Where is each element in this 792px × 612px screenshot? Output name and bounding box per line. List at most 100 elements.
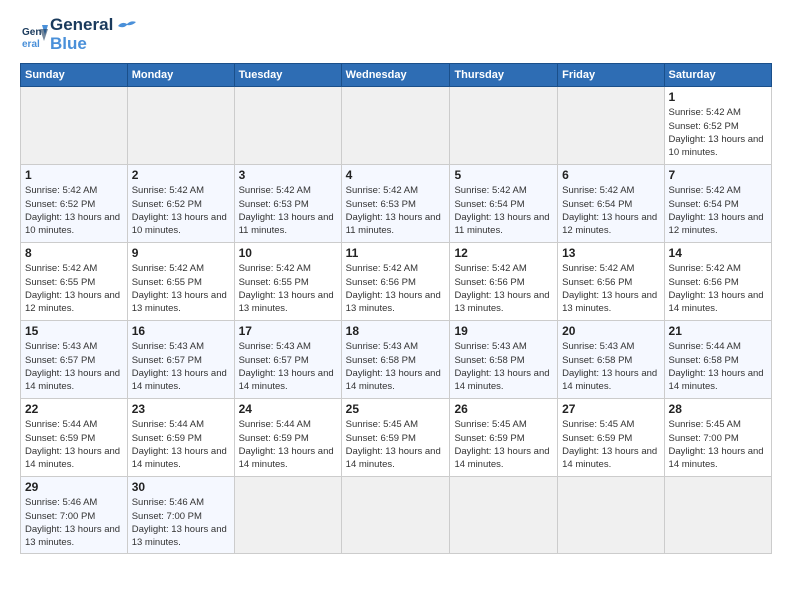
day-detail: Sunrise: 5:45 AMSunset: 6:59 PMDaylight:… xyxy=(346,419,441,470)
day-number: 8 xyxy=(25,246,123,260)
day-detail: Sunrise: 5:42 AMSunset: 6:55 PMDaylight:… xyxy=(239,263,334,314)
calendar-cell xyxy=(341,87,450,165)
dow-header-wednesday: Wednesday xyxy=(341,64,450,87)
calendar-cell: 13 Sunrise: 5:42 AMSunset: 6:56 PMDaylig… xyxy=(558,243,664,321)
calendar-cell: 12 Sunrise: 5:42 AMSunset: 6:56 PMDaylig… xyxy=(450,243,558,321)
calendar-week-3: 8 Sunrise: 5:42 AMSunset: 6:55 PMDayligh… xyxy=(21,243,772,321)
day-detail: Sunrise: 5:42 AMSunset: 6:54 PMDaylight:… xyxy=(669,185,764,236)
dow-header-thursday: Thursday xyxy=(450,64,558,87)
calendar-cell: 28 Sunrise: 5:45 AMSunset: 7:00 PMDaylig… xyxy=(664,399,771,477)
day-number: 2 xyxy=(132,168,230,182)
calendar-cell xyxy=(127,87,234,165)
day-detail: Sunrise: 5:43 AMSunset: 6:58 PMDaylight:… xyxy=(562,341,657,392)
calendar-cell: 1 Sunrise: 5:42 AMSunset: 6:52 PMDayligh… xyxy=(664,87,771,165)
day-detail: Sunrise: 5:42 AMSunset: 6:55 PMDaylight:… xyxy=(25,263,120,314)
logo-blue: Blue xyxy=(50,35,136,54)
day-detail: Sunrise: 5:45 AMSunset: 6:59 PMDaylight:… xyxy=(454,419,549,470)
day-detail: Sunrise: 5:44 AMSunset: 6:58 PMDaylight:… xyxy=(669,341,764,392)
dow-header-monday: Monday xyxy=(127,64,234,87)
calendar-cell: 5 Sunrise: 5:42 AMSunset: 6:54 PMDayligh… xyxy=(450,165,558,243)
calendar-cell: 23 Sunrise: 5:44 AMSunset: 6:59 PMDaylig… xyxy=(127,399,234,477)
day-detail: Sunrise: 5:46 AMSunset: 7:00 PMDaylight:… xyxy=(132,497,227,548)
day-number: 22 xyxy=(25,402,123,416)
calendar-cell: 9 Sunrise: 5:42 AMSunset: 6:55 PMDayligh… xyxy=(127,243,234,321)
day-number: 3 xyxy=(239,168,337,182)
day-detail: Sunrise: 5:42 AMSunset: 6:54 PMDaylight:… xyxy=(562,185,657,236)
calendar-cell xyxy=(450,87,558,165)
day-number: 25 xyxy=(346,402,446,416)
calendar-cell: 25 Sunrise: 5:45 AMSunset: 6:59 PMDaylig… xyxy=(341,399,450,477)
day-detail: Sunrise: 5:42 AMSunset: 6:52 PMDaylight:… xyxy=(132,185,227,236)
day-number: 13 xyxy=(562,246,659,260)
day-detail: Sunrise: 5:43 AMSunset: 6:57 PMDaylight:… xyxy=(132,341,227,392)
calendar-cell: 16 Sunrise: 5:43 AMSunset: 6:57 PMDaylig… xyxy=(127,321,234,399)
logo-icon: Gen eral xyxy=(20,21,48,49)
day-detail: Sunrise: 5:42 AMSunset: 6:55 PMDaylight:… xyxy=(132,263,227,314)
calendar-cell: 30 Sunrise: 5:46 AMSunset: 7:00 PMDaylig… xyxy=(127,477,234,553)
day-detail: Sunrise: 5:44 AMSunset: 6:59 PMDaylight:… xyxy=(25,419,120,470)
day-number: 7 xyxy=(669,168,767,182)
day-number: 14 xyxy=(669,246,767,260)
logo: Gen eral General Blue xyxy=(20,16,136,53)
calendar-cell: 22 Sunrise: 5:44 AMSunset: 6:59 PMDaylig… xyxy=(21,399,128,477)
day-number: 5 xyxy=(454,168,553,182)
calendar-cell xyxy=(234,87,341,165)
day-detail: Sunrise: 5:44 AMSunset: 6:59 PMDaylight:… xyxy=(132,419,227,470)
calendar-cell xyxy=(558,87,664,165)
calendar-week-2: 1 Sunrise: 5:42 AMSunset: 6:52 PMDayligh… xyxy=(21,165,772,243)
dow-header-friday: Friday xyxy=(558,64,664,87)
calendar-cell: 19 Sunrise: 5:43 AMSunset: 6:58 PMDaylig… xyxy=(450,321,558,399)
calendar-cell: 27 Sunrise: 5:45 AMSunset: 6:59 PMDaylig… xyxy=(558,399,664,477)
day-detail: Sunrise: 5:42 AMSunset: 6:56 PMDaylight:… xyxy=(346,263,441,314)
calendar-cell: 20 Sunrise: 5:43 AMSunset: 6:58 PMDaylig… xyxy=(558,321,664,399)
calendar-cell xyxy=(664,477,771,553)
day-number: 20 xyxy=(562,324,659,338)
day-detail: Sunrise: 5:42 AMSunset: 6:56 PMDaylight:… xyxy=(454,263,549,314)
day-detail: Sunrise: 5:42 AMSunset: 6:56 PMDaylight:… xyxy=(562,263,657,314)
day-detail: Sunrise: 5:42 AMSunset: 6:53 PMDaylight:… xyxy=(346,185,441,236)
calendar-cell: 8 Sunrise: 5:42 AMSunset: 6:55 PMDayligh… xyxy=(21,243,128,321)
svg-text:eral: eral xyxy=(22,39,40,49)
calendar-cell: 17 Sunrise: 5:43 AMSunset: 6:57 PMDaylig… xyxy=(234,321,341,399)
svg-text:Gen: Gen xyxy=(22,27,41,38)
calendar-cell: 24 Sunrise: 5:44 AMSunset: 6:59 PMDaylig… xyxy=(234,399,341,477)
day-detail: Sunrise: 5:43 AMSunset: 6:57 PMDaylight:… xyxy=(25,341,120,392)
day-number: 28 xyxy=(669,402,767,416)
calendar-cell xyxy=(450,477,558,553)
dow-header-saturday: Saturday xyxy=(664,64,771,87)
calendar-cell: 3 Sunrise: 5:42 AMSunset: 6:53 PMDayligh… xyxy=(234,165,341,243)
day-number: 1 xyxy=(25,168,123,182)
day-detail: Sunrise: 5:43 AMSunset: 6:58 PMDaylight:… xyxy=(454,341,549,392)
day-number: 16 xyxy=(132,324,230,338)
calendar-cell xyxy=(21,87,128,165)
day-number: 6 xyxy=(562,168,659,182)
day-detail: Sunrise: 5:45 AMSunset: 6:59 PMDaylight:… xyxy=(562,419,657,470)
calendar-cell xyxy=(234,477,341,553)
calendar-cell: 21 Sunrise: 5:44 AMSunset: 6:58 PMDaylig… xyxy=(664,321,771,399)
calendar-cell: 14 Sunrise: 5:42 AMSunset: 6:56 PMDaylig… xyxy=(664,243,771,321)
day-number: 12 xyxy=(454,246,553,260)
calendar-cell: 4 Sunrise: 5:42 AMSunset: 6:53 PMDayligh… xyxy=(341,165,450,243)
day-detail: Sunrise: 5:46 AMSunset: 7:00 PMDaylight:… xyxy=(25,497,120,548)
calendar-week-4: 15 Sunrise: 5:43 AMSunset: 6:57 PMDaylig… xyxy=(21,321,772,399)
calendar-cell: 7 Sunrise: 5:42 AMSunset: 6:54 PMDayligh… xyxy=(664,165,771,243)
day-number: 29 xyxy=(25,480,123,494)
calendar-table: SundayMondayTuesdayWednesdayThursdayFrid… xyxy=(20,63,772,553)
calendar-cell xyxy=(558,477,664,553)
dow-header-sunday: Sunday xyxy=(21,64,128,87)
day-detail: Sunrise: 5:42 AMSunset: 6:52 PMDaylight:… xyxy=(25,185,120,236)
day-detail: Sunrise: 5:43 AMSunset: 6:57 PMDaylight:… xyxy=(239,341,334,392)
day-number: 10 xyxy=(239,246,337,260)
day-number: 1 xyxy=(669,90,767,104)
day-detail: Sunrise: 5:42 AMSunset: 6:56 PMDaylight:… xyxy=(669,263,764,314)
day-number: 24 xyxy=(239,402,337,416)
calendar-cell: 10 Sunrise: 5:42 AMSunset: 6:55 PMDaylig… xyxy=(234,243,341,321)
day-number: 26 xyxy=(454,402,553,416)
day-detail: Sunrise: 5:43 AMSunset: 6:58 PMDaylight:… xyxy=(346,341,441,392)
bird-icon xyxy=(118,19,136,33)
calendar-week-5: 22 Sunrise: 5:44 AMSunset: 6:59 PMDaylig… xyxy=(21,399,772,477)
dow-header-tuesday: Tuesday xyxy=(234,64,341,87)
day-number: 19 xyxy=(454,324,553,338)
day-detail: Sunrise: 5:44 AMSunset: 6:59 PMDaylight:… xyxy=(239,419,334,470)
day-number: 11 xyxy=(346,246,446,260)
